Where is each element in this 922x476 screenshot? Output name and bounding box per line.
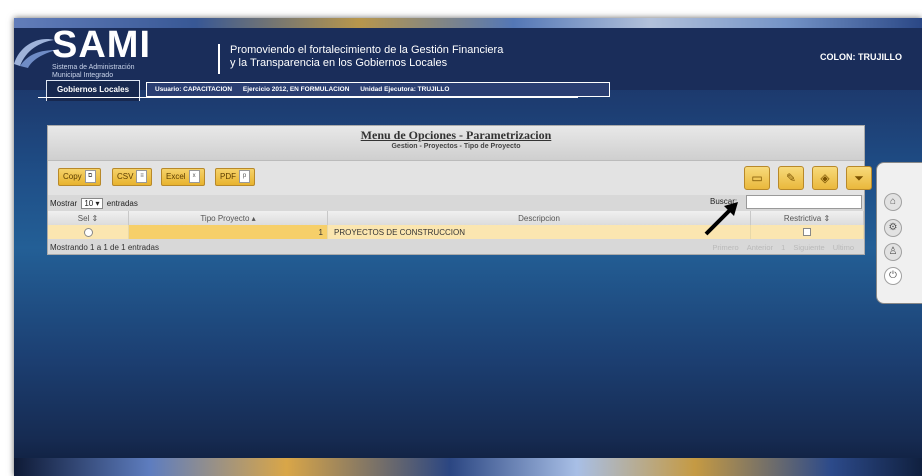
delete-record-button[interactable]: ◈: [812, 166, 838, 190]
sort-icon: ⇕: [91, 213, 99, 223]
tipo-cell: 1: [128, 225, 328, 239]
excel-file-icon: x: [188, 170, 200, 184]
restrictiva-cell: [750, 225, 864, 239]
table-info: Mostrando 1 a 1 de 1 entradas: [50, 243, 159, 252]
col-desc-label: Descripcion: [518, 213, 560, 223]
restrictiva-checkbox[interactable]: [803, 228, 811, 237]
logo-subtitle-line2: Municipal Integrado: [52, 72, 114, 79]
options-panel: Menu de Opciones - Parametrizacion Gesti…: [47, 125, 872, 255]
length-control: Mostrar 10 ▾ entradas: [50, 198, 138, 209]
side-toolbar: ⌂ ⚙ ♙ ⏻: [876, 162, 922, 304]
column-header-tipo-proyecto[interactable]: Tipo Proyecto ▴: [128, 211, 328, 225]
entries-select[interactable]: 10 ▾: [81, 198, 103, 209]
divider: [218, 44, 220, 74]
col-sel-label: Sel: [77, 213, 90, 223]
toolbar: Copy ⧉ CSV ≡ Excel x PDF p ▭ ✎ ◈ ⏷: [48, 161, 872, 195]
pdf-file-icon: p: [239, 170, 250, 184]
session-info: Usuario: CAPACITACION Ejercicio 2012, EN…: [146, 82, 610, 97]
copy-label: Copy: [63, 172, 82, 181]
pencil-icon: ✎: [785, 171, 797, 185]
col-tipo-label: Tipo Proyecto: [200, 213, 250, 223]
new-document-icon: ▭: [751, 171, 763, 185]
excel-label: Excel: [166, 172, 186, 181]
page-last[interactable]: Ultimo: [833, 243, 854, 252]
panel-title: Menu de Opciones - Parametrizacion: [360, 128, 552, 142]
copy-button[interactable]: Copy ⧉: [58, 168, 101, 186]
show-label: Mostrar: [50, 199, 78, 208]
funnel-icon: ⏷: [854, 171, 864, 185]
pagination: Primero Anterior 1 Siguiente Ultimo: [706, 243, 854, 252]
power-icon[interactable]: ⏻: [884, 267, 902, 285]
csv-file-icon: ≡: [136, 170, 148, 184]
sort-icon: ⇕: [823, 213, 831, 223]
user-label: Usuario: CAPACITACION: [155, 86, 233, 93]
entries-label: entradas: [106, 199, 138, 208]
excel-button[interactable]: Excel x: [161, 168, 205, 186]
logo-subtitle: Sistema de Administración Municipal Inte…: [52, 64, 134, 80]
page-prev[interactable]: Anterior: [747, 243, 773, 252]
location-label: COLON: TRUJILLO: [820, 52, 902, 62]
panel-header: Menu de Opciones - Parametrizacion Gesti…: [48, 126, 864, 161]
filter-button[interactable]: ⏷: [846, 166, 872, 190]
unit-label: Unidad Ejecutora: TRUJILLO: [360, 86, 450, 93]
edit-record-button[interactable]: ✎: [778, 166, 804, 190]
slogan: Promoviendo el fortalecimiento de la Ges…: [230, 44, 503, 70]
col-restrictiva-label: Restrictiva: [783, 213, 822, 223]
table-footer: Mostrando 1 a 1 de 1 entradas Primero An…: [48, 239, 864, 253]
decorative-footer-banner: [14, 458, 922, 476]
copy-icon: ⧉: [84, 170, 96, 184]
sort-asc-icon: ▴: [251, 213, 256, 223]
annotation-arrow-icon: [704, 202, 738, 236]
eraser-icon: ◈: [820, 171, 830, 185]
tab-underline: [38, 97, 578, 98]
select-cell: [48, 225, 129, 239]
logo-subtitle-line1: Sistema de Administración: [52, 64, 135, 71]
slogan-line1: Promoviendo el fortalecimiento de la Ges…: [230, 44, 504, 56]
descripcion-cell: PROYECTOS DE CONSTRUCCION: [327, 225, 751, 239]
csv-label: CSV: [117, 172, 134, 181]
csv-button[interactable]: CSV ≡: [112, 168, 153, 186]
pdf-label: PDF: [220, 172, 236, 181]
row-select-radio[interactable]: [83, 227, 93, 237]
page-next[interactable]: Siguiente: [793, 243, 824, 252]
page-current[interactable]: 1: [781, 243, 785, 252]
exercise-label: Ejercicio 2012, EN FORMULACION: [242, 86, 350, 93]
entries-value: 10: [84, 199, 94, 208]
column-header-sel[interactable]: Sel ⇕: [48, 211, 129, 225]
new-record-button[interactable]: ▭: [744, 166, 770, 190]
column-header-restrictiva[interactable]: Restrictiva ⇕: [750, 211, 864, 225]
panel-subtitle: Gestion - Proyectos - Tipo de Proyecto: [391, 143, 521, 150]
header: SAMI Sistema de Administración Municipal…: [14, 24, 922, 90]
search-input[interactable]: [746, 195, 862, 209]
column-header-descripcion[interactable]: Descripcion: [327, 211, 751, 225]
user-icon[interactable]: ♙: [884, 243, 902, 261]
slogan-line2: y la Transparencia en los Gobiernos Loca…: [230, 57, 448, 69]
page-first[interactable]: Primero: [712, 243, 738, 252]
home-icon[interactable]: ⌂: [884, 193, 902, 211]
settings-icon[interactable]: ⚙: [884, 219, 902, 237]
pdf-button[interactable]: PDF p: [215, 168, 255, 186]
logo-text: SAMI: [52, 24, 151, 66]
app-window: SAMI Sistema de Administración Municipal…: [14, 18, 922, 476]
